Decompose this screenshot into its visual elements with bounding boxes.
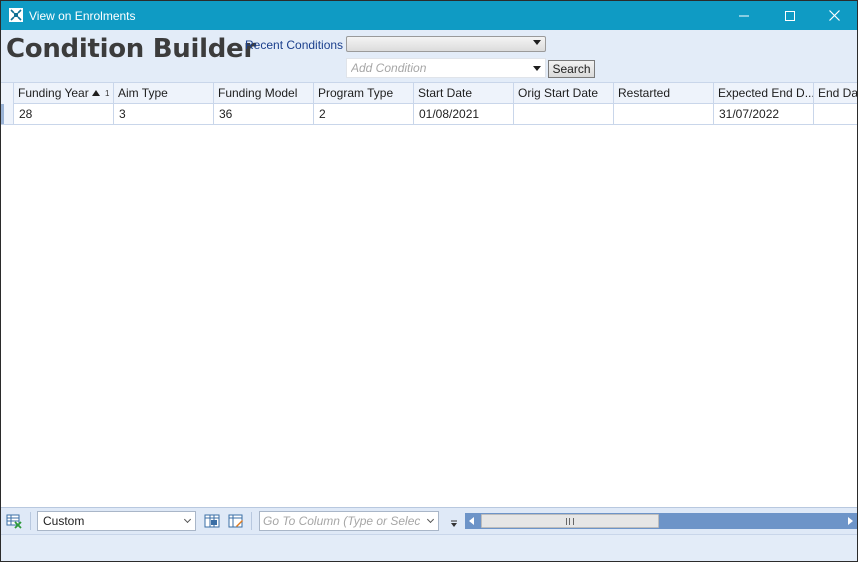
horizontal-scrollbar[interactable] (465, 513, 857, 529)
data-grid: Funding Year 1 Aim Type Funding Model Pr… (1, 82, 857, 507)
table-cell[interactable]: 2 (314, 104, 414, 124)
column-header-funding-model[interactable]: Funding Model (214, 83, 314, 104)
maximize-button[interactable] (767, 1, 813, 30)
row-selected-marker (1, 104, 4, 124)
chevron-down-icon (183, 515, 192, 524)
edit-columns-icon[interactable] (228, 513, 244, 529)
column-header-start-date[interactable]: Start Date (414, 83, 514, 104)
title-bar: View on Enrolments (1, 1, 857, 30)
table-row[interactable]: 28 3 36 2 01/08/2021 31/07/2022 (1, 104, 857, 125)
column-header-end-date[interactable]: End Dat (814, 83, 857, 104)
sort-ascending-icon (92, 90, 100, 96)
search-button[interactable]: Search (548, 60, 595, 78)
table-cell[interactable] (514, 104, 614, 124)
recent-conditions-dropdown[interactable] (346, 36, 546, 52)
close-icon (828, 10, 840, 21)
table-cell[interactable]: 3 (114, 104, 214, 124)
grip-icon (566, 518, 574, 525)
row-indicator-header (1, 83, 14, 104)
condition-builder-header: Condition Builder Recent Conditions Sear… (1, 30, 857, 82)
maximize-icon (785, 10, 795, 21)
toolbar-divider (251, 512, 252, 530)
table-cell[interactable]: 28 (14, 104, 114, 124)
column-header-restarted[interactable]: Restarted (614, 83, 714, 104)
table-cell[interactable]: 31/07/2022 (714, 104, 814, 124)
minimize-icon (739, 15, 749, 16)
sort-index: 1 (105, 89, 110, 98)
column-header-funding-year[interactable]: Funding Year 1 (14, 83, 114, 104)
dropdown-arrow-icon[interactable] (533, 66, 541, 71)
grid-toolbar: Custom (1, 507, 857, 534)
app-grid-icon (9, 8, 23, 22)
view-select-value: Custom (43, 514, 85, 528)
column-header-program-type[interactable]: Program Type (314, 83, 414, 104)
column-header-aim-type[interactable]: Aim Type (114, 83, 214, 104)
go-to-column-combo[interactable] (259, 511, 439, 531)
table-cell[interactable] (814, 104, 857, 124)
view-select[interactable]: Custom (37, 511, 196, 531)
recent-conditions-label: Recent Conditions (245, 38, 344, 52)
scroll-left-icon[interactable] (469, 517, 474, 525)
status-bar (1, 534, 857, 561)
go-to-column-input[interactable] (260, 512, 420, 530)
scrollbar-thumb[interactable] (481, 514, 659, 528)
toolbar-divider (30, 512, 31, 530)
add-condition-input[interactable] (347, 59, 527, 77)
table-cell[interactable]: 01/08/2021 (414, 104, 514, 124)
grid-header-row: Funding Year 1 Aim Type Funding Model Pr… (1, 82, 857, 104)
scroll-right-icon[interactable] (848, 517, 853, 525)
column-header-expected-end-date[interactable]: Expected End D... (714, 83, 814, 104)
table-cell[interactable]: 36 (214, 104, 314, 124)
minimize-button[interactable] (721, 1, 767, 30)
column-header-orig-start-date[interactable]: Orig Start Date (514, 83, 614, 104)
overflow-icon[interactable] (450, 520, 458, 529)
window-title: View on Enrolments (29, 9, 136, 23)
grid-view-icon[interactable] (6, 513, 22, 529)
chevron-down-icon[interactable] (426, 515, 435, 524)
dropdown-arrow-icon (533, 40, 541, 45)
add-condition-combo[interactable] (346, 58, 546, 78)
close-button[interactable] (811, 1, 857, 30)
window: View on Enrolments Condition Builder Rec… (0, 0, 858, 562)
page-title: Condition Builder (6, 34, 256, 64)
column-header-label: Funding Year (18, 86, 89, 100)
row-indicator[interactable] (1, 104, 14, 124)
table-cell[interactable] (614, 104, 714, 124)
column-chooser-icon[interactable] (204, 513, 220, 529)
